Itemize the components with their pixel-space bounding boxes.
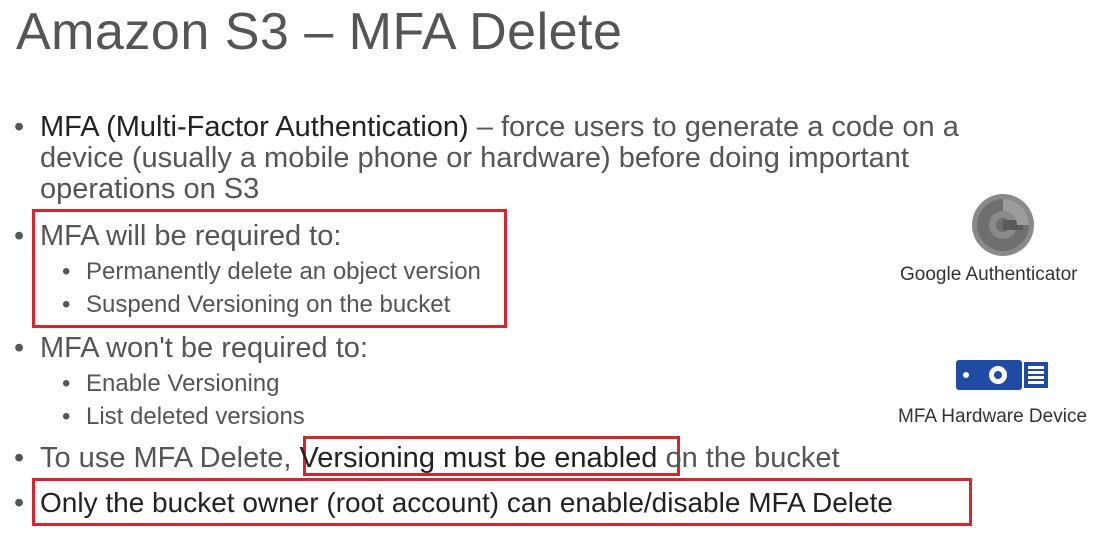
bullet-dot: •	[14, 442, 25, 474]
sub-bullet-dot: •	[62, 403, 71, 430]
sub-bullet-list-deleted: List deleted versions	[86, 403, 305, 430]
sub-bullet-enable-versioning: Enable Versioning	[86, 370, 280, 397]
mfa-definition-line-2: device (usually a mobile phone or hardwa…	[40, 142, 909, 174]
bullet-mfa-required: MFA will be required to:	[40, 220, 342, 252]
mfa-term: MFA (Multi-Factor Authentication)	[40, 111, 469, 143]
google-authenticator-label: Google Authenticator	[900, 264, 1078, 285]
sub-bullet-dot: •	[62, 258, 71, 285]
mfa-hardware-device-icon	[956, 360, 1048, 390]
bullet-mfa-definition: MFA (Multi-Factor Authentication) – forc…	[40, 113, 959, 142]
bullet-dot: •	[14, 332, 25, 364]
page-title: Amazon S3 – MFA Delete	[16, 3, 623, 61]
bullet-owner-only: Only the bucket owner (root account) can…	[40, 487, 893, 518]
bullet-versioning-requirement: To use MFA Delete, Versioning must be en…	[40, 444, 840, 473]
sub-bullet-permanent-delete: Permanently delete an object version	[86, 258, 481, 285]
mfa-definition-line-3: operations on S3	[40, 173, 260, 205]
bullet-dot: •	[14, 220, 25, 252]
sub-bullet-dot: •	[62, 370, 71, 397]
bullet-mfa-not-required: MFA won't be required to:	[40, 332, 368, 364]
versioning-prefix: To use MFA Delete,	[40, 442, 300, 474]
sub-bullet-dot: •	[62, 291, 71, 318]
bullet-dot: •	[14, 111, 25, 143]
mfa-definition-text: – force users to generate a code on a	[468, 111, 959, 143]
google-authenticator-icon	[972, 194, 1034, 256]
versioning-suffix: on the bucket	[657, 442, 840, 474]
mfa-hardware-device-label: MFA Hardware Device	[898, 406, 1088, 427]
versioning-emphasis: Versioning must be enabled	[299, 442, 658, 474]
bullet-dot: •	[14, 487, 25, 519]
sub-bullet-suspend-versioning: Suspend Versioning on the bucket	[86, 291, 451, 318]
